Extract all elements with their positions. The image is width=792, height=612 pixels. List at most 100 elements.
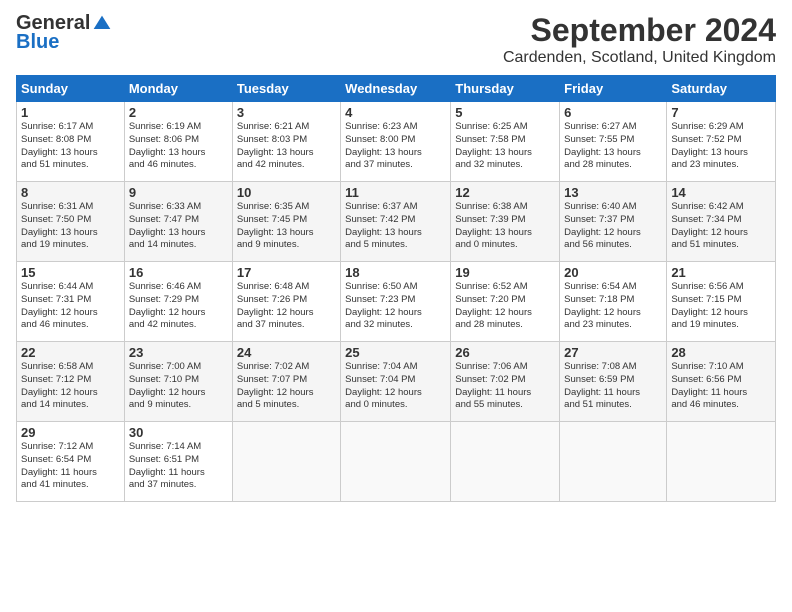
calendar-cell: 30Sunrise: 7:14 AMSunset: 6:51 PMDayligh…	[124, 422, 232, 502]
location: Cardenden, Scotland, United Kingdom	[503, 49, 776, 67]
day-number: 6	[564, 105, 662, 120]
day-detail: Sunrise: 6:31 AMSunset: 7:50 PMDaylight:…	[21, 201, 120, 252]
day-number: 30	[129, 425, 228, 440]
calendar-cell: 25Sunrise: 7:04 AMSunset: 7:04 PMDayligh…	[341, 342, 451, 422]
day-detail: Sunrise: 6:33 AMSunset: 7:47 PMDaylight:…	[129, 201, 228, 252]
day-detail: Sunrise: 6:58 AMSunset: 7:12 PMDaylight:…	[21, 361, 120, 412]
calendar-cell: 18Sunrise: 6:50 AMSunset: 7:23 PMDayligh…	[341, 262, 451, 342]
logo: General Blue	[16, 12, 112, 54]
col-header-tuesday: Tuesday	[232, 76, 340, 102]
col-header-thursday: Thursday	[451, 76, 560, 102]
col-header-monday: Monday	[124, 76, 232, 102]
calendar-cell: 29Sunrise: 7:12 AMSunset: 6:54 PMDayligh…	[17, 422, 125, 502]
day-number: 4	[345, 105, 446, 120]
calendar-cell: 24Sunrise: 7:02 AMSunset: 7:07 PMDayligh…	[232, 342, 340, 422]
day-detail: Sunrise: 7:08 AMSunset: 6:59 PMDaylight:…	[564, 361, 662, 412]
day-number: 19	[455, 265, 555, 280]
title-block: September 2024 Cardenden, Scotland, Unit…	[503, 12, 776, 67]
day-detail: Sunrise: 6:19 AMSunset: 8:06 PMDaylight:…	[129, 121, 228, 172]
calendar-cell: 27Sunrise: 7:08 AMSunset: 6:59 PMDayligh…	[560, 342, 667, 422]
calendar-cell	[451, 422, 560, 502]
calendar-cell: 6Sunrise: 6:27 AMSunset: 7:55 PMDaylight…	[560, 102, 667, 182]
calendar-table: SundayMondayTuesdayWednesdayThursdayFrid…	[16, 75, 776, 502]
day-number: 14	[671, 185, 771, 200]
day-detail: Sunrise: 7:14 AMSunset: 6:51 PMDaylight:…	[129, 441, 228, 492]
day-detail: Sunrise: 6:40 AMSunset: 7:37 PMDaylight:…	[564, 201, 662, 252]
calendar-cell: 23Sunrise: 7:00 AMSunset: 7:10 PMDayligh…	[124, 342, 232, 422]
day-number: 5	[455, 105, 555, 120]
day-number: 21	[671, 265, 771, 280]
day-detail: Sunrise: 6:23 AMSunset: 8:00 PMDaylight:…	[345, 121, 446, 172]
calendar-cell	[667, 422, 776, 502]
calendar-cell: 26Sunrise: 7:06 AMSunset: 7:02 PMDayligh…	[451, 342, 560, 422]
calendar-cell: 12Sunrise: 6:38 AMSunset: 7:39 PMDayligh…	[451, 182, 560, 262]
calendar-cell: 8Sunrise: 6:31 AMSunset: 7:50 PMDaylight…	[17, 182, 125, 262]
calendar-cell	[232, 422, 340, 502]
day-detail: Sunrise: 6:35 AMSunset: 7:45 PMDaylight:…	[237, 201, 336, 252]
day-detail: Sunrise: 7:00 AMSunset: 7:10 PMDaylight:…	[129, 361, 228, 412]
calendar-cell: 14Sunrise: 6:42 AMSunset: 7:34 PMDayligh…	[667, 182, 776, 262]
day-detail: Sunrise: 7:10 AMSunset: 6:56 PMDaylight:…	[671, 361, 771, 412]
day-detail: Sunrise: 6:54 AMSunset: 7:18 PMDaylight:…	[564, 281, 662, 332]
day-detail: Sunrise: 7:06 AMSunset: 7:02 PMDaylight:…	[455, 361, 555, 412]
day-detail: Sunrise: 6:29 AMSunset: 7:52 PMDaylight:…	[671, 121, 771, 172]
day-detail: Sunrise: 7:12 AMSunset: 6:54 PMDaylight:…	[21, 441, 120, 492]
calendar-cell: 5Sunrise: 6:25 AMSunset: 7:58 PMDaylight…	[451, 102, 560, 182]
day-detail: Sunrise: 6:50 AMSunset: 7:23 PMDaylight:…	[345, 281, 446, 332]
calendar-cell: 20Sunrise: 6:54 AMSunset: 7:18 PMDayligh…	[560, 262, 667, 342]
day-number: 23	[129, 345, 228, 360]
col-header-saturday: Saturday	[667, 76, 776, 102]
calendar-cell: 13Sunrise: 6:40 AMSunset: 7:37 PMDayligh…	[560, 182, 667, 262]
calendar-cell: 7Sunrise: 6:29 AMSunset: 7:52 PMDaylight…	[667, 102, 776, 182]
logo-icon	[92, 14, 112, 34]
day-number: 29	[21, 425, 120, 440]
day-number: 22	[21, 345, 120, 360]
day-detail: Sunrise: 6:52 AMSunset: 7:20 PMDaylight:…	[455, 281, 555, 332]
calendar-cell: 9Sunrise: 6:33 AMSunset: 7:47 PMDaylight…	[124, 182, 232, 262]
day-number: 27	[564, 345, 662, 360]
logo-blue-text: Blue	[16, 31, 59, 54]
calendar-cell: 11Sunrise: 6:37 AMSunset: 7:42 PMDayligh…	[341, 182, 451, 262]
day-detail: Sunrise: 6:17 AMSunset: 8:08 PMDaylight:…	[21, 121, 120, 172]
day-number: 15	[21, 265, 120, 280]
day-detail: Sunrise: 6:48 AMSunset: 7:26 PMDaylight:…	[237, 281, 336, 332]
day-number: 20	[564, 265, 662, 280]
day-number: 9	[129, 185, 228, 200]
calendar-cell: 2Sunrise: 6:19 AMSunset: 8:06 PMDaylight…	[124, 102, 232, 182]
calendar-cell: 4Sunrise: 6:23 AMSunset: 8:00 PMDaylight…	[341, 102, 451, 182]
calendar-cell: 16Sunrise: 6:46 AMSunset: 7:29 PMDayligh…	[124, 262, 232, 342]
day-number: 24	[237, 345, 336, 360]
day-detail: Sunrise: 6:27 AMSunset: 7:55 PMDaylight:…	[564, 121, 662, 172]
col-header-friday: Friday	[560, 76, 667, 102]
calendar-cell: 22Sunrise: 6:58 AMSunset: 7:12 PMDayligh…	[17, 342, 125, 422]
day-number: 12	[455, 185, 555, 200]
calendar-cell: 15Sunrise: 6:44 AMSunset: 7:31 PMDayligh…	[17, 262, 125, 342]
day-detail: Sunrise: 6:44 AMSunset: 7:31 PMDaylight:…	[21, 281, 120, 332]
page: General Blue September 2024 Cardenden, S…	[0, 0, 792, 612]
day-number: 1	[21, 105, 120, 120]
day-number: 16	[129, 265, 228, 280]
col-header-wednesday: Wednesday	[341, 76, 451, 102]
day-detail: Sunrise: 6:42 AMSunset: 7:34 PMDaylight:…	[671, 201, 771, 252]
day-number: 13	[564, 185, 662, 200]
day-number: 25	[345, 345, 446, 360]
day-detail: Sunrise: 6:37 AMSunset: 7:42 PMDaylight:…	[345, 201, 446, 252]
day-number: 18	[345, 265, 446, 280]
day-number: 10	[237, 185, 336, 200]
calendar-cell: 19Sunrise: 6:52 AMSunset: 7:20 PMDayligh…	[451, 262, 560, 342]
day-detail: Sunrise: 6:46 AMSunset: 7:29 PMDaylight:…	[129, 281, 228, 332]
day-number: 7	[671, 105, 771, 120]
calendar-cell: 21Sunrise: 6:56 AMSunset: 7:15 PMDayligh…	[667, 262, 776, 342]
day-detail: Sunrise: 6:56 AMSunset: 7:15 PMDaylight:…	[671, 281, 771, 332]
col-header-sunday: Sunday	[17, 76, 125, 102]
calendar-cell: 1Sunrise: 6:17 AMSunset: 8:08 PMDaylight…	[17, 102, 125, 182]
day-detail: Sunrise: 7:04 AMSunset: 7:04 PMDaylight:…	[345, 361, 446, 412]
day-detail: Sunrise: 6:25 AMSunset: 7:58 PMDaylight:…	[455, 121, 555, 172]
day-number: 11	[345, 185, 446, 200]
month-title: September 2024	[503, 12, 776, 49]
day-number: 17	[237, 265, 336, 280]
day-number: 2	[129, 105, 228, 120]
calendar-cell: 17Sunrise: 6:48 AMSunset: 7:26 PMDayligh…	[232, 262, 340, 342]
calendar-cell	[341, 422, 451, 502]
calendar-cell: 28Sunrise: 7:10 AMSunset: 6:56 PMDayligh…	[667, 342, 776, 422]
